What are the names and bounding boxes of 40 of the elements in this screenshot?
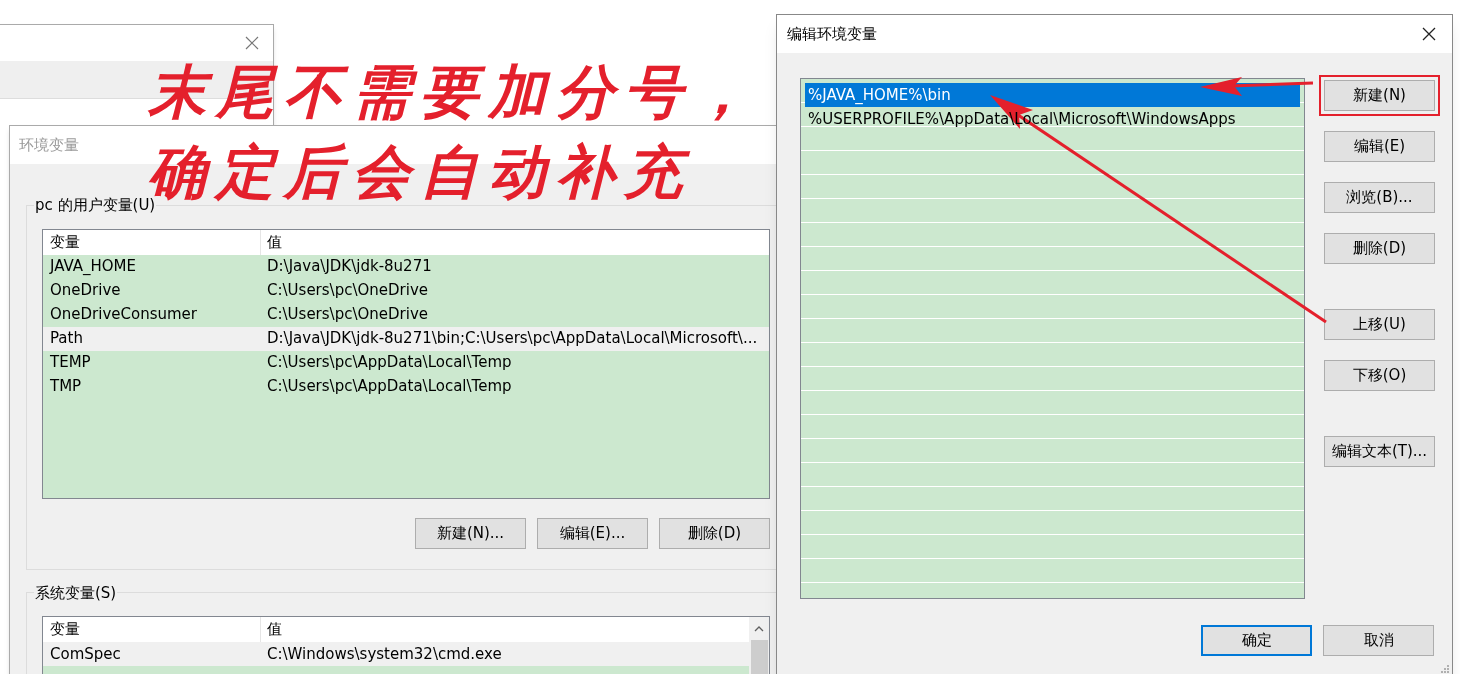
table-row[interactable]: Path D:\Java\JDK\jdk-8u271\bin;C:\Users\pc\AppData\Local\Microsoft\... <box>43 326 769 351</box>
variable-value: C:\Users\pc\AppData\Local\Temp <box>266 376 512 398</box>
resize-grip-icon[interactable] <box>1440 664 1450 674</box>
column-header: 值 <box>266 619 283 641</box>
variable-value: C:\Users\pc\AppData\Local\Temp <box>266 352 512 374</box>
variable-value: C:\Users\pc\OneDrive <box>266 280 428 302</box>
dialog-button[interactable]: 删除(D) <box>659 517 770 549</box>
variable-name: Path <box>49 328 84 350</box>
dialog-button[interactable]: 下移(O) <box>1324 360 1435 391</box>
group-title: 系统变量(S) <box>34 582 118 604</box>
path-entry[interactable]: %JAVA_HOME%\bin <box>805 83 1300 107</box>
dialog-button[interactable]: 确定 <box>1201 625 1312 656</box>
scroll-up-icon[interactable] <box>754 626 764 632</box>
variable-name: OneDriveConsumer <box>49 304 199 326</box>
dialog-button[interactable]: 取消 <box>1323 625 1434 656</box>
variable-value: C:\Users\pc\OneDrive <box>266 304 428 326</box>
variable-name: ComSpec <box>49 643 122 665</box>
close-icon[interactable] <box>1422 27 1436 41</box>
table-row[interactable]: ComSpec C:\Windows\system32\cmd.exe <box>43 642 749 666</box>
dialog-button[interactable]: 新建(N)... <box>415 517 526 549</box>
dialog-button[interactable]: 编辑(E)... <box>537 517 648 549</box>
variable-value: D:\Java\JDK\jdk-8u271 <box>266 256 432 278</box>
column-header: 值 <box>266 231 283 253</box>
dialog-button[interactable]: 编辑(E) <box>1324 131 1435 162</box>
variable-value: C:\Windows\system32\cmd.exe <box>266 643 502 665</box>
column-header: 变量 <box>43 229 261 255</box>
dialog-button[interactable]: 上移(U) <box>1324 309 1435 340</box>
dialog-button[interactable]: 新建(N) <box>1324 80 1435 111</box>
variable-value: D:\Java\JDK\jdk-8u271\bin;C:\Users\pc\AppData\Local\Microsoft\... <box>266 328 758 350</box>
window-title: 环境变量 <box>19 134 79 156</box>
variable-name: TMP <box>49 376 83 398</box>
variable-name: TEMP <box>49 352 92 374</box>
scrollbar[interactable] <box>749 617 769 674</box>
variable-name: JAVA_HOME <box>48 256 138 278</box>
variable-name: OneDrive <box>49 280 122 302</box>
dialog-button[interactable]: 编辑文本(T)... <box>1324 436 1435 467</box>
dialog-button[interactable]: 删除(D) <box>1324 233 1435 264</box>
window-title: 编辑环境变量 <box>787 23 877 45</box>
annotation-text: 末尾不需要加分号， <box>148 57 760 128</box>
dialog-button[interactable]: 浏览(B)... <box>1324 182 1435 213</box>
